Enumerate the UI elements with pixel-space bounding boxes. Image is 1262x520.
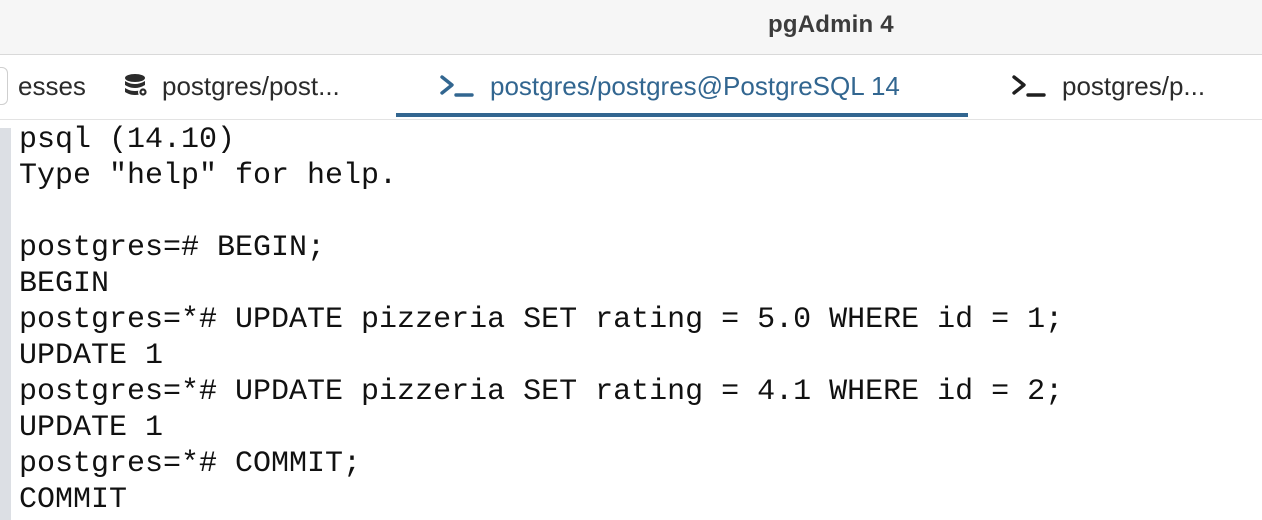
- terminal-line: psql (14.10): [19, 123, 236, 157]
- tab-psql-tool-active[interactable]: postgres/postgres@PostgreSQL 14: [396, 55, 968, 117]
- terminal-line: BEGIN: [19, 267, 110, 301]
- terminal-icon: [1010, 73, 1048, 99]
- terminal-line: COMMIT: [19, 483, 128, 517]
- window-title: pgAdmin 4: [768, 11, 894, 38]
- terminal-icon: [438, 73, 476, 99]
- database-icon: [124, 73, 148, 99]
- tab-processes[interactable]: esses: [18, 55, 98, 117]
- tab-psql-tool[interactable]: postgres/p...: [1010, 55, 1262, 117]
- tab-scroll-left-handle[interactable]: [0, 67, 8, 105]
- pgadmin-window: pgAdmin 4 esses postgres/post... postgre…: [0, 0, 1262, 520]
- panel-gutter: [0, 128, 11, 520]
- tab-query-tool[interactable]: postgres/post...: [124, 55, 374, 117]
- terminal-output[interactable]: psql (14.10) Type "help" for help. postg…: [19, 122, 1063, 518]
- psql-terminal-panel[interactable]: psql (14.10) Type "help" for help. postg…: [0, 120, 1262, 520]
- tab-label: esses: [18, 70, 86, 101]
- tab-label: postgres/post...: [162, 70, 340, 101]
- terminal-line: UPDATE 1: [19, 339, 164, 373]
- terminal-line: postgres=*# UPDATE pizzeria SET rating =…: [19, 375, 1064, 409]
- terminal-line: UPDATE 1: [19, 411, 164, 445]
- tab-bar: esses postgres/post... postgres/postgres…: [0, 55, 1262, 120]
- title-bar: pgAdmin 4: [0, 0, 1262, 55]
- terminal-line: postgres=# BEGIN;: [19, 231, 326, 265]
- tab-label: postgres/p...: [1062, 70, 1206, 101]
- tab-label: postgres/postgres@PostgreSQL 14: [490, 70, 900, 101]
- terminal-line: postgres=*# UPDATE pizzeria SET rating =…: [19, 303, 1064, 337]
- terminal-line: postgres=*# COMMIT;: [19, 447, 362, 481]
- terminal-line: Type "help" for help.: [19, 159, 398, 193]
